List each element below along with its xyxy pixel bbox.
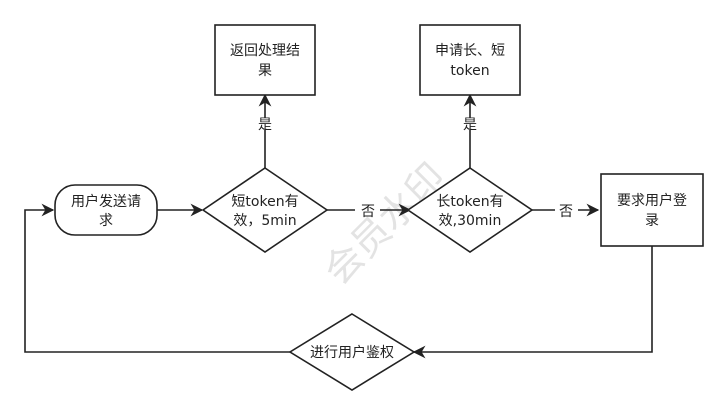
start-node-label-1: 用户发送请 bbox=[71, 193, 141, 210]
request-tokens-label-1: 申请长、短 bbox=[435, 43, 505, 59]
flowchart-svg: 会员水印 是 是 否 否 用户发送请 求 短token有 效，5min 长tok… bbox=[24, 24, 704, 391]
auth-label: 进行用户鉴权 bbox=[310, 344, 394, 361]
request-tokens-node bbox=[419, 24, 521, 96]
return-result-label-2: 果 bbox=[258, 63, 272, 79]
edge-label-no-long: 否 bbox=[559, 204, 573, 220]
require-login-node bbox=[600, 173, 704, 247]
return-result-label-1: 返回处理结 bbox=[230, 43, 300, 59]
require-login-label-2: 录 bbox=[645, 213, 659, 229]
start-node-label-2: 求 bbox=[99, 213, 113, 229]
long-token-label-1: 长token有 bbox=[436, 194, 503, 210]
flowchart: 会员水印 是 是 否 否 用户发送请 求 短token有 效，5min 长tok… bbox=[0, 0, 726, 417]
short-token-label-2: 效，5min bbox=[233, 213, 296, 229]
require-login-label-1: 要求用户登 bbox=[617, 192, 687, 209]
edge-label-yes-short: 是 bbox=[258, 117, 272, 133]
edge-label-yes-long: 是 bbox=[463, 117, 477, 133]
long-token-label-2: 效,30min bbox=[439, 213, 502, 229]
request-tokens-label-2: token bbox=[450, 63, 489, 79]
return-result-node bbox=[214, 24, 316, 96]
short-token-decision bbox=[201, 167, 329, 253]
edge-login-to-auth bbox=[412, 246, 653, 359]
edge-label-no-short: 否 bbox=[361, 204, 375, 220]
short-token-label-1: 短token有 bbox=[231, 194, 298, 210]
